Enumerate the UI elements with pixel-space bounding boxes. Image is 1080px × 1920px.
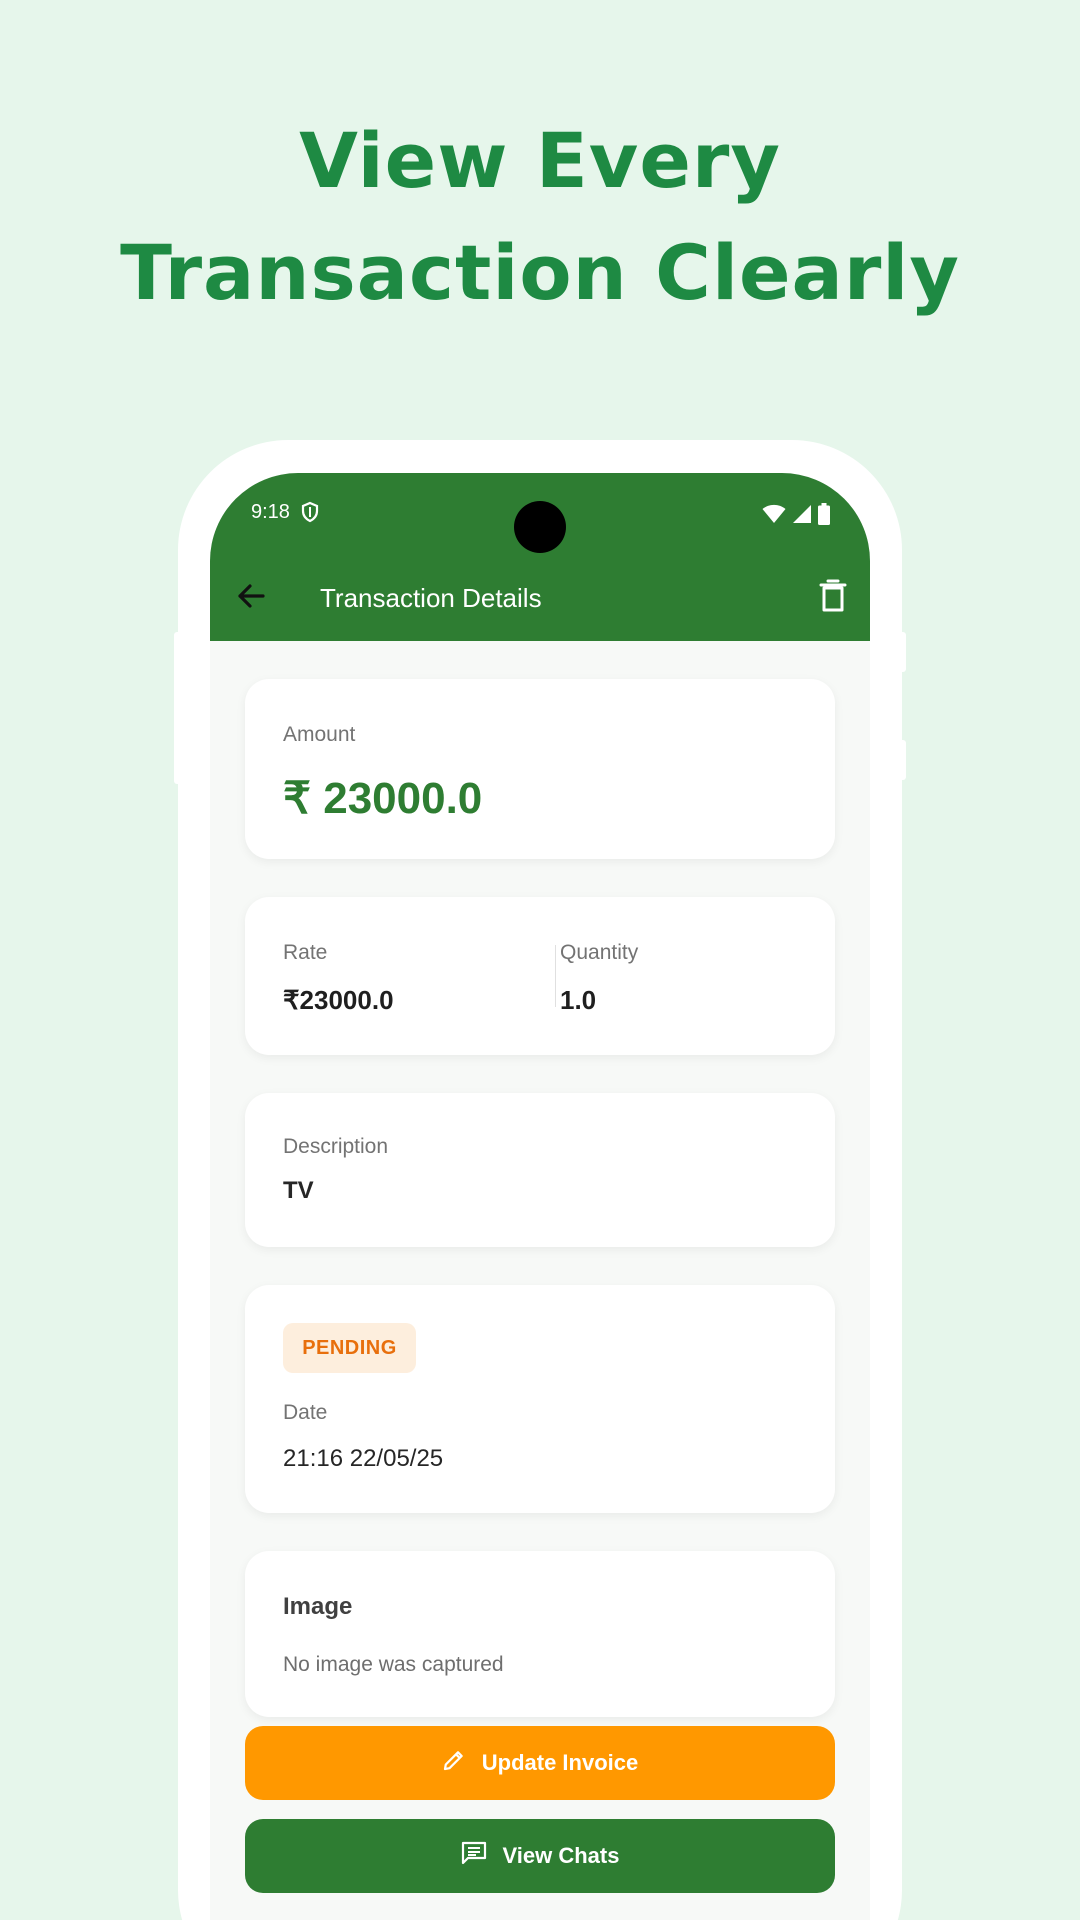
app-bar: 9:18 Transaction Details [210, 473, 870, 641]
update-invoice-label: Update Invoice [481, 1750, 639, 1775]
quantity-value: 1.0 [560, 985, 597, 1015]
amount-card: Amount ₹ 23000.0 [245, 679, 835, 859]
update-invoice-button[interactable]: Update Invoice [245, 1726, 835, 1800]
view-chats-label: View Chats [502, 1843, 620, 1868]
page-title: Transaction Details [320, 583, 542, 613]
rate-value: ₹23000.0 [283, 985, 394, 1015]
quantity-label: Quantity [560, 941, 639, 964]
phone-screen: 9:18 Transaction Details Amount ₹ 23000.… [210, 473, 870, 1920]
signal-icon [792, 504, 812, 529]
shield-icon [300, 501, 320, 528]
rate-label: Rate [283, 941, 328, 964]
image-card: Image No image was captured [245, 1551, 835, 1717]
image-note: No image was captured [283, 1653, 504, 1676]
pencil-icon [442, 1748, 466, 1778]
back-arrow-icon[interactable] [234, 579, 268, 613]
rate-quantity-card: Rate ₹23000.0 Quantity 1.0 [245, 897, 835, 1055]
divider [555, 945, 556, 1007]
battery-icon [818, 503, 830, 530]
description-card: Description TV [245, 1093, 835, 1247]
status-icons [762, 503, 830, 530]
phone-power-button [898, 740, 906, 780]
status-date-card: PENDING Date 21:16 22/05/25 [245, 1285, 835, 1513]
view-chats-button[interactable]: View Chats [245, 1819, 835, 1893]
date-value: 21:16 22/05/25 [283, 1445, 444, 1472]
amount-label: Amount [283, 723, 356, 746]
headline-line-1: View Every [299, 116, 781, 205]
headline-line-2: Transaction Clearly [120, 228, 960, 317]
date-label: Date [283, 1401, 328, 1424]
description-value: TV [283, 1177, 314, 1204]
headline: View Every Transaction Clearly [0, 105, 1080, 329]
phone-side-button-left [174, 632, 182, 784]
chat-icon [461, 1841, 487, 1871]
trash-icon[interactable] [818, 579, 848, 613]
wifi-icon [762, 504, 786, 529]
image-title: Image [283, 1593, 353, 1620]
status-time: 9:18 [251, 501, 290, 523]
camera-cutout [514, 501, 566, 553]
amount-value: ₹ 23000.0 [283, 774, 483, 823]
status-badge: PENDING [283, 1323, 416, 1373]
description-label: Description [283, 1135, 389, 1158]
phone-volume-button [898, 632, 906, 672]
